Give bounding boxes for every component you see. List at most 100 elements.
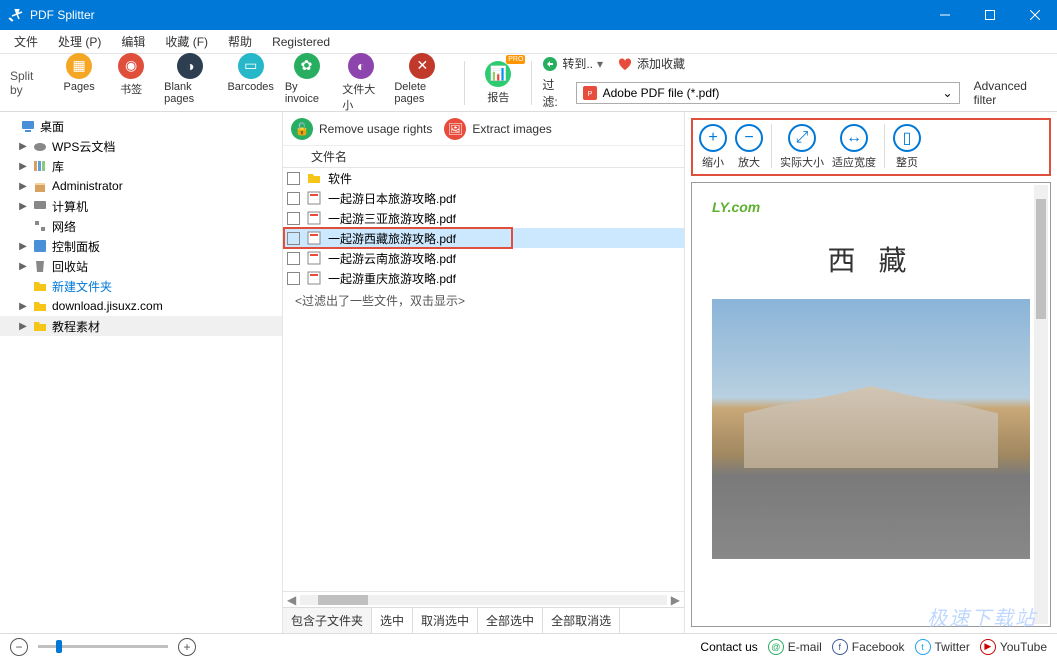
tree-item-3[interactable]: ▶Administrator — [0, 176, 282, 196]
tool-delete-pages[interactable]: ✕Delete pages — [390, 51, 454, 115]
expand-arrow-icon[interactable]: ▶ — [18, 261, 28, 272]
zoom-0[interactable]: +缩小 — [699, 124, 727, 170]
report-button[interactable]: PRO 📊 报告 — [475, 59, 521, 107]
maximize-button[interactable] — [967, 0, 1012, 30]
remove-usage-rights-button[interactable]: 🔓 Remove usage rights — [291, 118, 432, 140]
tool-icon: ✕ — [409, 53, 435, 79]
tree-item-9[interactable]: ▶download.jisuxz.com — [0, 296, 282, 316]
checkbox[interactable] — [287, 272, 300, 285]
ctrl-icon — [32, 238, 48, 254]
zoom-1[interactable]: −放大 — [735, 124, 763, 170]
statusbar: − + Contact us @E-mail fFacebook tTwitter ▶… — [0, 633, 1057, 659]
social-twitter[interactable]: tTwitter — [915, 639, 970, 655]
zoom-in-button[interactable]: + — [178, 638, 196, 656]
tree-item-10[interactable]: ▶教程素材 — [0, 316, 282, 336]
file-row[interactable]: 一起游三亚旅游攻略.pdf — [283, 208, 684, 228]
expand-arrow-icon[interactable]: ▶ — [18, 181, 28, 192]
zoom-icon: ⤢ — [788, 124, 816, 152]
scroll-left-icon[interactable]: ◀ — [287, 593, 296, 607]
social-youtube[interactable]: ▶YouTube — [980, 639, 1047, 655]
selection-4[interactable]: 全部取消选 — [543, 608, 620, 633]
tool-icon: ◐ — [348, 53, 374, 79]
zoom-out-button[interactable]: − — [10, 638, 28, 656]
zoom-slider[interactable] — [38, 645, 168, 648]
folder-icon — [306, 170, 322, 186]
checkbox[interactable] — [287, 172, 300, 185]
expand-arrow-icon[interactable]: ▶ — [18, 201, 28, 212]
zoom-4[interactable]: ▯整页 — [893, 124, 921, 170]
tree-item-2[interactable]: ▶库 — [0, 156, 282, 176]
zoom-icon: + — [699, 124, 727, 152]
close-button[interactable] — [1012, 0, 1057, 30]
social-e-mail[interactable]: @E-mail — [768, 639, 822, 655]
checkbox[interactable] — [287, 252, 300, 265]
expand-arrow-icon[interactable]: ▶ — [18, 141, 28, 152]
file-row[interactable]: 一起游重庆旅游攻略.pdf — [283, 268, 684, 288]
zoom-icon: − — [735, 124, 763, 152]
app-icon — [8, 7, 24, 23]
expand-arrow-icon[interactable]: ▶ — [18, 241, 28, 252]
image-icon: 🖼 — [444, 118, 466, 140]
selection-3[interactable]: 全部选中 — [478, 608, 543, 633]
expand-arrow-icon[interactable]: ▶ — [18, 161, 28, 172]
zoom-3[interactable]: ↔适应宽度 — [832, 124, 876, 170]
tool-pages[interactable]: ▦Pages — [56, 51, 102, 115]
menu-0[interactable]: 文件 — [6, 30, 46, 53]
checkbox[interactable] — [287, 232, 300, 245]
advanced-filter-link[interactable]: Advanced filter — [974, 79, 1047, 107]
tool-blank-pages[interactable]: ◑Blank pages — [160, 51, 220, 115]
tool-文件大小[interactable]: ◐文件大小 — [338, 51, 384, 115]
user-icon — [32, 178, 48, 194]
bin-icon — [32, 258, 48, 274]
expand-arrow-icon[interactable]: ▶ — [18, 321, 28, 332]
zoom-2[interactable]: ⤢实际大小 — [780, 124, 824, 170]
checkbox[interactable] — [287, 192, 300, 205]
extract-images-button[interactable]: 🖼 Extract images — [444, 118, 551, 140]
file-row[interactable]: 一起游云南旅游攻略.pdf — [283, 248, 684, 268]
tool-书签[interactable]: ◉书签 — [108, 51, 154, 115]
facebook-icon: f — [832, 639, 848, 655]
tree-item-8[interactable]: 新建文件夹 — [0, 276, 282, 296]
folder-icon — [32, 298, 48, 314]
scrollbar-thumb[interactable] — [318, 595, 368, 605]
filter-message[interactable]: <过滤出了一些文件，双击显示> — [295, 292, 684, 309]
selection-0[interactable]: 包含子文件夹 — [283, 608, 372, 633]
goto-button[interactable]: 转到..▾ — [542, 55, 603, 72]
horizontal-scrollbar[interactable]: ◀ ▶ — [283, 591, 684, 607]
menu-5[interactable]: Registered — [264, 32, 338, 52]
tool-icon: ▭ — [238, 53, 264, 79]
file-row[interactable]: 一起游日本旅游攻略.pdf — [283, 188, 684, 208]
pdf-icon — [306, 270, 322, 286]
filter-select[interactable]: P Adobe PDF file (*.pdf) ⌄ — [576, 82, 960, 104]
pdf-icon — [306, 230, 322, 246]
tool-barcodes[interactable]: ▭Barcodes — [227, 51, 275, 115]
minimize-button[interactable] — [922, 0, 967, 30]
expand-arrow-icon[interactable]: ▶ — [18, 301, 28, 312]
chevron-down-icon: ⌄ — [943, 86, 953, 100]
tree-item-0[interactable]: 桌面 — [0, 116, 282, 136]
tree-item-1[interactable]: ▶WPS云文档 — [0, 136, 282, 156]
tool-icon: ◑ — [177, 53, 203, 79]
social-facebook[interactable]: fFacebook — [832, 639, 905, 655]
tree-item-4[interactable]: ▶计算机 — [0, 196, 282, 216]
selection-1[interactable]: 选中 — [372, 608, 413, 633]
tree-item-7[interactable]: ▶回收站 — [0, 256, 282, 276]
scroll-right-icon[interactable]: ▶ — [671, 593, 680, 607]
tree-item-6[interactable]: ▶控制面板 — [0, 236, 282, 256]
splitby-label: Split by — [10, 69, 46, 97]
add-favorite-button[interactable]: 添加收藏 — [617, 55, 685, 72]
tree-item-5[interactable]: 网络 — [0, 216, 282, 236]
report-icon: 📊 — [485, 61, 511, 87]
file-row[interactable]: 软件 — [283, 168, 684, 188]
checkbox[interactable] — [287, 212, 300, 225]
contact-us-link[interactable]: Contact us — [700, 640, 757, 654]
zoom-icon: ▯ — [893, 124, 921, 152]
preview-page: LY.com 西 藏 — [691, 182, 1051, 627]
selection-2[interactable]: 取消选中 — [413, 608, 478, 633]
tool-by-invoice[interactable]: ✿By invoice — [281, 51, 332, 115]
preview-scrollbar[interactable] — [1034, 185, 1048, 624]
svg-text:P: P — [587, 91, 592, 98]
preview-title: 西 藏 — [712, 239, 1030, 279]
file-row[interactable]: 一起游西藏旅游攻略.pdf — [283, 228, 684, 248]
column-header[interactable]: 文件名 — [283, 146, 684, 168]
